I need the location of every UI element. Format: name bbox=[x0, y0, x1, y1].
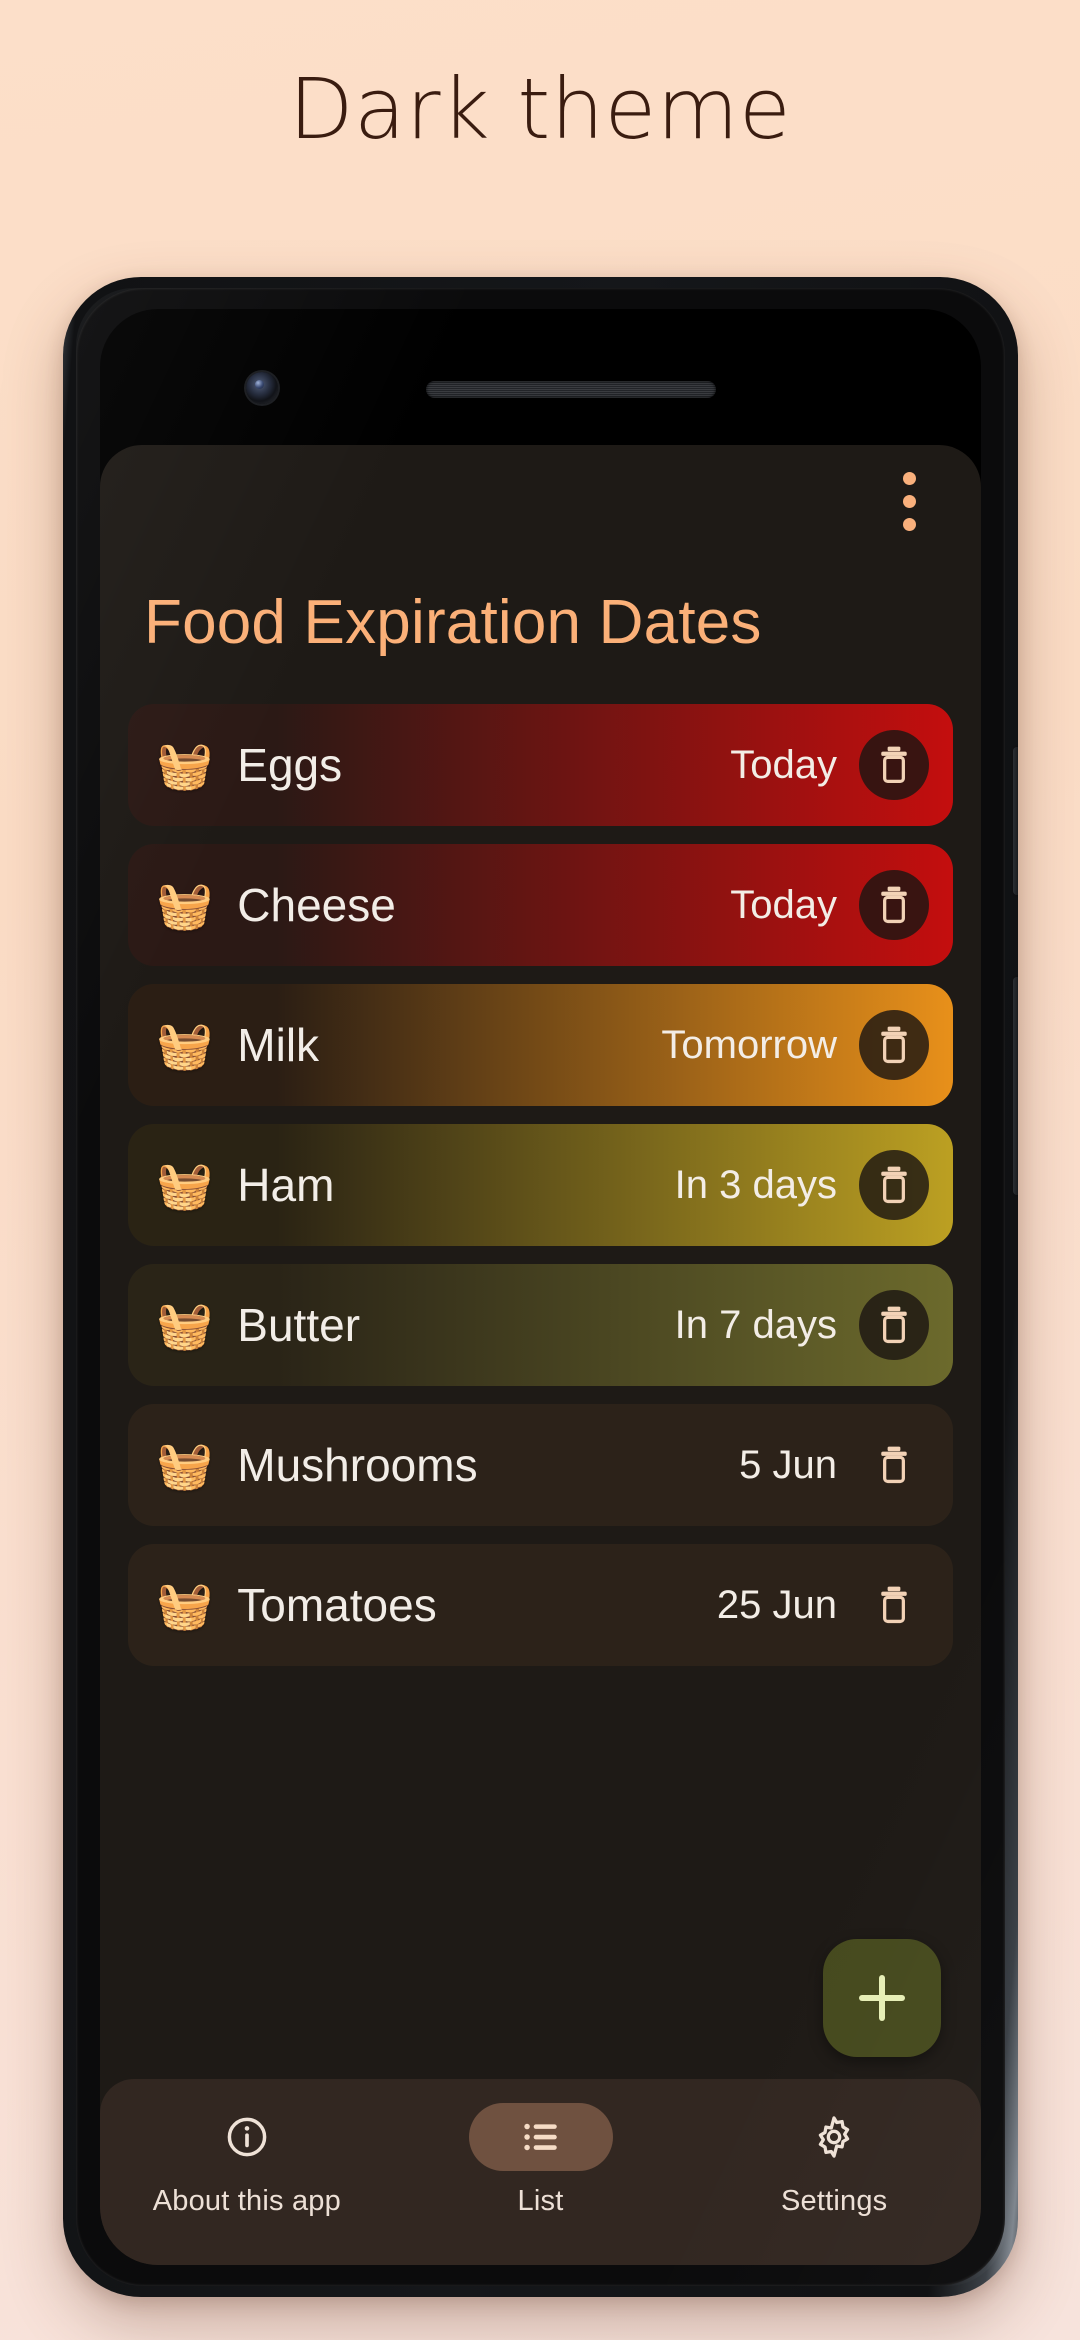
list-item[interactable]: 🧺 Milk Tomorrow bbox=[128, 984, 953, 1106]
list-item[interactable]: 🧺 Ham In 3 days bbox=[128, 1124, 953, 1246]
food-list: 🧺 Eggs Today 🧺 Cheese Today 🧺 Milk Tomorrow 🧺 Ham I… bbox=[100, 658, 981, 1889]
nav-icon-pill bbox=[468, 2103, 613, 2171]
list-item[interactable]: 🧺 Eggs Today bbox=[128, 704, 953, 826]
phone-body: Food Expiration Dates 🧺 Eggs Today 🧺 Cheese T… bbox=[63, 277, 1018, 2297]
basket-icon: 🧺 bbox=[156, 879, 214, 931]
menu-dot bbox=[902, 517, 916, 531]
item-expiry-date: Today bbox=[730, 882, 837, 927]
trash-icon bbox=[881, 746, 907, 784]
trash-icon bbox=[881, 1586, 907, 1624]
basket-icon: 🧺 bbox=[156, 1439, 214, 1491]
item-expiry-date: In 7 days bbox=[674, 1302, 837, 1347]
volume-button[interactable] bbox=[1013, 977, 1018, 1195]
basket-icon: 🧺 bbox=[156, 1299, 214, 1351]
trash-icon bbox=[881, 1446, 907, 1484]
trash-icon bbox=[881, 1166, 907, 1204]
item-name: Cheese bbox=[237, 879, 396, 931]
front-camera-icon bbox=[246, 372, 278, 404]
app-surface: Food Expiration Dates 🧺 Eggs Today 🧺 Cheese T… bbox=[100, 445, 981, 2265]
gear-icon bbox=[818, 2116, 850, 2158]
basket-icon: 🧺 bbox=[156, 739, 214, 791]
delete-item-button[interactable] bbox=[859, 1010, 929, 1080]
list-item[interactable]: 🧺 Tomatoes 25 Jun bbox=[128, 1544, 953, 1666]
bottom-navigation: About this app List Settings bbox=[100, 2079, 981, 2265]
basket-icon: 🧺 bbox=[156, 1159, 214, 1211]
basket-icon: 🧺 bbox=[156, 1019, 214, 1071]
item-expiry-date: 5 Jun bbox=[739, 1442, 837, 1487]
delete-item-button[interactable] bbox=[859, 1290, 929, 1360]
delete-item-button[interactable] bbox=[859, 1150, 929, 1220]
item-name: Milk bbox=[237, 1019, 320, 1071]
list-item[interactable]: 🧺 Cheese Today bbox=[128, 844, 953, 966]
item-expiry-date: In 3 days bbox=[674, 1162, 837, 1207]
basket-icon: 🧺 bbox=[156, 1579, 214, 1631]
delete-item-button[interactable] bbox=[859, 1430, 929, 1500]
list-item[interactable]: 🧺 Mushrooms 5 Jun bbox=[128, 1404, 953, 1526]
page-title: Dark theme bbox=[288, 60, 792, 158]
trash-icon bbox=[881, 1306, 907, 1344]
nav-item-label: About this app bbox=[152, 2185, 341, 2217]
nav-item-label: Settings bbox=[780, 2185, 888, 2217]
delete-item-button[interactable] bbox=[859, 730, 929, 800]
app-title: Food Expiration Dates bbox=[144, 588, 762, 657]
power-button[interactable] bbox=[1013, 747, 1018, 895]
menu-dot bbox=[902, 494, 916, 508]
item-name: Tomatoes bbox=[237, 1579, 437, 1631]
nav-item-about-this-app[interactable]: About this app bbox=[100, 2103, 394, 2218]
trash-icon bbox=[881, 1026, 907, 1064]
plus-icon bbox=[859, 1975, 905, 2021]
nav-item-list[interactable]: List bbox=[394, 2103, 688, 2218]
info-icon bbox=[227, 2117, 267, 2157]
app-toolbar bbox=[100, 445, 981, 557]
list-item[interactable]: 🧺 Butter In 7 days bbox=[128, 1264, 953, 1386]
phone-screen: Food Expiration Dates 🧺 Eggs Today 🧺 Cheese T… bbox=[100, 309, 981, 2265]
earpiece-speaker-icon bbox=[426, 381, 716, 398]
list-icon bbox=[523, 2123, 557, 2151]
nav-item-settings[interactable]: Settings bbox=[687, 2103, 981, 2218]
trash-icon bbox=[881, 886, 907, 924]
item-expiry-date: Today bbox=[730, 742, 837, 787]
nav-item-label: List bbox=[517, 2185, 564, 2217]
delete-item-button[interactable] bbox=[859, 1570, 929, 1640]
item-expiry-date: Tomorrow bbox=[661, 1022, 837, 1067]
phone-mockup: Food Expiration Dates 🧺 Eggs Today 🧺 Cheese T… bbox=[63, 277, 1018, 2297]
item-name: Eggs bbox=[237, 739, 343, 791]
item-expiry-date: 25 Jun bbox=[716, 1582, 837, 1627]
add-item-fab[interactable] bbox=[823, 1939, 941, 2057]
nav-icon-pill bbox=[175, 2103, 319, 2171]
fab-zone bbox=[100, 1889, 981, 2079]
delete-item-button[interactable] bbox=[859, 870, 929, 940]
item-name: Ham bbox=[237, 1159, 335, 1211]
overflow-menu-icon[interactable] bbox=[881, 465, 937, 537]
menu-dot bbox=[902, 471, 916, 485]
nav-icon-pill bbox=[762, 2103, 906, 2171]
item-name: Mushrooms bbox=[237, 1439, 478, 1491]
phone-bezel: Food Expiration Dates 🧺 Eggs Today 🧺 Cheese T… bbox=[76, 288, 1005, 2286]
item-name: Butter bbox=[237, 1299, 361, 1351]
